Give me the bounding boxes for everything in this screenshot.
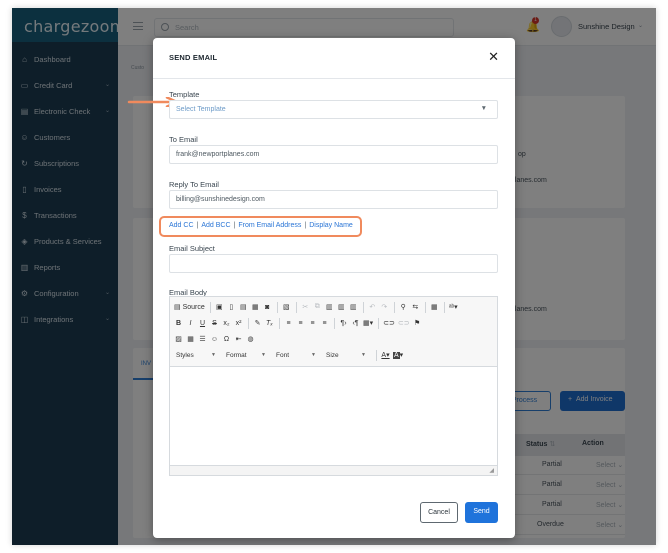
display-name-link[interactable]: Display Name: [309, 222, 353, 229]
align-right-icon[interactable]: ≡: [307, 317, 318, 330]
source-label: Source: [182, 303, 205, 311]
reply-to-label: Reply To Email: [169, 180, 219, 189]
find-icon[interactable]: ⚲: [398, 301, 409, 314]
link-separator: |: [196, 222, 199, 229]
page-break-icon[interactable]: ⇤: [233, 333, 244, 346]
link-separator: |: [304, 222, 307, 229]
language-icon[interactable]: ▦▾: [362, 317, 374, 330]
remove-format-icon[interactable]: Tₓ: [264, 317, 275, 330]
modal-title: SEND EMAIL: [169, 53, 218, 62]
align-left-icon[interactable]: ≡: [283, 317, 294, 330]
size-select[interactable]: Size ▼: [323, 349, 369, 361]
add-cc-link[interactable]: Add CC: [169, 222, 194, 229]
undo-icon[interactable]: ↶: [367, 301, 378, 314]
source-button[interactable]: ▤ Source: [173, 301, 206, 314]
save-icon[interactable]: ▣: [214, 301, 225, 314]
subject-field[interactable]: [169, 254, 498, 273]
copy-icon[interactable]: ⧉: [312, 301, 323, 314]
link-separator: |: [233, 222, 236, 229]
unlink-icon[interactable]: ⊂⊃: [397, 317, 411, 330]
subscript-icon[interactable]: x₂: [221, 317, 232, 330]
align-center-icon[interactable]: ≡: [295, 317, 306, 330]
cancel-button[interactable]: Cancel: [420, 502, 458, 523]
rtl-icon[interactable]: ‹¶: [350, 317, 361, 330]
reply-to-field[interactable]: billing@sunshinedesign.com: [169, 190, 498, 209]
iframe-icon[interactable]: ◍: [245, 333, 256, 346]
copy-format-icon[interactable]: ✎: [252, 317, 263, 330]
background-color-icon[interactable]: A ▾: [392, 349, 404, 362]
subject-label: Email Subject: [169, 244, 215, 253]
caret-down-icon: ▼: [480, 105, 487, 112]
templates-icon[interactable]: ▧: [281, 301, 292, 314]
bold-icon[interactable]: B: [173, 317, 184, 330]
paste-text-icon[interactable]: ▥: [336, 301, 347, 314]
add-bcc-link[interactable]: Add BCC: [201, 222, 230, 229]
email-options-links: Add CC | Add BCC | From Email Address | Displa…: [169, 222, 353, 229]
close-icon[interactable]: ✕: [488, 49, 499, 65]
styles-select[interactable]: Styles ▼: [173, 349, 219, 361]
horizontal-line-icon[interactable]: ☰: [197, 333, 208, 346]
text-color-icon[interactable]: A▾: [380, 349, 391, 362]
toolbar-row: ▤ Source ▣ ▯ ▤ ▦ ◙ ▧ ✂ ⧉ ▥ ▥ ▥ ↶ ↷ ⚲ ⇆ ▦…: [173, 299, 494, 315]
italic-icon[interactable]: I: [185, 317, 196, 330]
cut-icon[interactable]: ✂: [300, 301, 311, 314]
special-char-icon[interactable]: Ω: [221, 333, 232, 346]
new-page-icon[interactable]: ▯: [226, 301, 237, 314]
table-icon[interactable]: ▦: [185, 333, 196, 346]
ltr-icon[interactable]: ¶›: [338, 317, 349, 330]
styles-label: Styles: [176, 351, 194, 359]
paste-word-icon[interactable]: ▥: [348, 301, 359, 314]
send-button[interactable]: Send: [465, 502, 498, 523]
spellcheck-icon[interactable]: ᵃᵇ▾: [448, 301, 459, 314]
format-label: Format: [226, 351, 247, 359]
image-icon[interactable]: ▨: [173, 333, 184, 346]
editor-toolbar: ▤ Source ▣ ▯ ▤ ▦ ◙ ▧ ✂ ⧉ ▥ ▥ ▥ ↶ ↷ ⚲ ⇆ ▦…: [170, 297, 497, 367]
toolbar-row: Styles ▼ Format ▼ Font ▼ Size ▼ A▾ A ▾: [173, 347, 494, 363]
font-select[interactable]: Font ▼: [273, 349, 319, 361]
rich-text-editor: ▤ Source ▣ ▯ ▤ ▦ ◙ ▧ ✂ ⧉ ▥ ▥ ▥ ↶ ↷ ⚲ ⇆ ▦…: [169, 296, 498, 476]
resize-grip-icon[interactable]: ◢: [489, 467, 494, 474]
editor-content-area[interactable]: [170, 367, 497, 465]
print-icon[interactable]: ◙: [262, 301, 273, 314]
send-email-modal: SEND EMAIL ✕ Template Select Template ▼ …: [127, 38, 515, 538]
toolbar-row: ▨ ▦ ☰ ☺ Ω ⇤ ◍: [173, 331, 494, 347]
select-all-icon[interactable]: ▦: [429, 301, 440, 314]
from-email-address-link[interactable]: From Email Address: [238, 222, 301, 229]
superscript-icon[interactable]: x²: [233, 317, 244, 330]
link-icon[interactable]: ⊂⊃: [382, 317, 396, 330]
to-email-field[interactable]: frank@newportplanes.com: [169, 145, 498, 164]
anchor-icon[interactable]: ⚑: [412, 317, 423, 330]
format-select[interactable]: Format ▼: [223, 349, 269, 361]
editor-status-bar: ◢: [170, 465, 497, 475]
align-justify-icon[interactable]: ≡: [319, 317, 330, 330]
font-label: Font: [276, 351, 290, 359]
template-selected-value: Select Template: [176, 106, 226, 113]
modal-header-divider: [153, 78, 515, 79]
preview-icon[interactable]: ▦: [250, 301, 261, 314]
smiley-icon[interactable]: ☺: [209, 333, 220, 346]
strikethrough-icon[interactable]: S: [209, 317, 220, 330]
app-window: chargezoom ⌂ Dashboard ▭ Credit Card ⌄ ▤…: [12, 8, 656, 545]
redo-icon[interactable]: ↷: [379, 301, 390, 314]
paste-icon[interactable]: ▥: [324, 301, 335, 314]
size-label: Size: [326, 351, 339, 359]
replace-icon[interactable]: ⇆: [410, 301, 421, 314]
template-label: Template: [169, 90, 200, 99]
to-email-label: To Email: [169, 135, 198, 144]
underline-icon[interactable]: U: [197, 317, 208, 330]
toolbar-row: B I U S x₂ x² ✎ Tₓ ≡ ≡ ≡ ≡ ¶› ‹¶ ▦▾ ⊂⊃ ⊂…: [173, 315, 494, 331]
export-icon[interactable]: ▤: [238, 301, 249, 314]
template-select[interactable]: Select Template ▼: [169, 100, 498, 119]
